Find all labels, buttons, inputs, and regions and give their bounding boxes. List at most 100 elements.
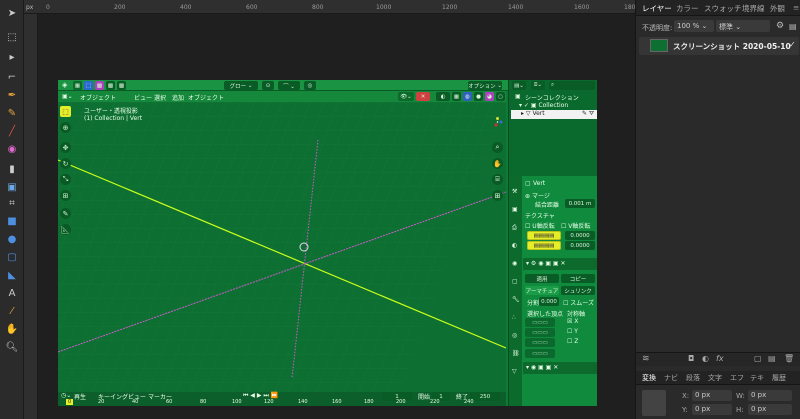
uv-field-2[interactable]: 0.0000 xyxy=(565,241,595,250)
outliner-editor-icon[interactable]: ▤⌄ xyxy=(512,81,526,90)
select-mode-icon[interactable]: ▩ xyxy=(106,81,115,90)
transform-tool-icon[interactable]: ⊞ xyxy=(60,190,71,201)
shading-material-icon[interactable]: ◕ xyxy=(485,92,494,101)
axis-z-checkbox[interactable]: ☐ Z xyxy=(567,338,578,345)
end-frame-field[interactable]: 250 xyxy=(470,392,500,401)
xray-icon[interactable]: ▦ xyxy=(452,92,461,101)
pencil-tool-icon[interactable]: ✎ xyxy=(4,106,20,120)
rotate-tool-icon[interactable]: ↻ xyxy=(60,158,71,169)
mask-icon[interactable]: ◘ xyxy=(688,354,694,363)
modifier-tab-icon[interactable]: 🔧︎ xyxy=(512,296,520,303)
node-tool-icon[interactable]: ▸ xyxy=(4,50,20,64)
layer-visibility-checkbox[interactable]: ✓ xyxy=(789,40,796,49)
options-dropdown[interactable]: オプション ⌄ xyxy=(468,81,502,90)
camera-view-icon[interactable]: ⌸ xyxy=(492,174,503,185)
physics-tab-icon[interactable]: ◎ xyxy=(512,332,517,339)
overlay-icon[interactable]: ◐ xyxy=(436,92,450,101)
tab-stroke[interactable]: 境界線 xyxy=(742,3,765,14)
triangle-tool-icon[interactable]: ◣ xyxy=(4,268,20,282)
pivot-icon[interactable]: ⊙ xyxy=(262,81,274,90)
header-menu-object[interactable]: オブジェクト xyxy=(188,93,224,102)
panel-menu-icon[interactable]: ≡ xyxy=(793,3,799,12)
tab-appearance[interactable]: 外観 xyxy=(770,3,785,14)
cursor-tool-icon[interactable]: ⊕ xyxy=(60,122,71,133)
tab-paragraph[interactable]: 段落 xyxy=(686,373,700,383)
fill-tool-icon[interactable]: ◉ xyxy=(4,142,20,156)
axis-y-checkbox[interactable]: ☐ Y xyxy=(567,328,578,335)
tab-color[interactable]: カラー xyxy=(676,3,699,14)
delete-layer-icon[interactable]: 🗑︎ xyxy=(784,354,794,363)
outliner-scene-collection[interactable]: シーンコレクション xyxy=(525,93,579,102)
pan-view-icon[interactable]: ✋ xyxy=(492,158,503,169)
artboard-tool-icon[interactable]: ⬚ xyxy=(4,30,20,44)
anchor-selector[interactable] xyxy=(642,390,666,416)
v-flip-checkbox[interactable]: ☐ V軸反転 xyxy=(561,221,590,230)
annotate-tool-icon[interactable]: ✎ xyxy=(60,208,71,219)
timeline-menu-playback[interactable]: 再生 xyxy=(74,392,86,401)
blend-mode-select[interactable]: 標準 ⌄ xyxy=(716,20,770,32)
render-tab-icon[interactable]: ▣ xyxy=(512,206,518,213)
place-image-icon[interactable]: ▣ xyxy=(4,180,20,194)
scale-tool-icon[interactable]: ⤡ xyxy=(60,174,71,185)
scene-tab-icon[interactable]: ◐ xyxy=(512,242,517,249)
visibility-icon[interactable]: 👁︎⌄ xyxy=(398,92,414,101)
outliner-filter-icon[interactable]: ⌸⌄ xyxy=(531,81,545,90)
zoom-view-icon[interactable]: ⌕ xyxy=(492,142,503,153)
layer-row[interactable]: スクリーンショット 2020-05-10 ✓ xyxy=(639,37,799,55)
snap-dropdown[interactable]: ⌒ ⌄ xyxy=(278,81,300,90)
tab-text-styles[interactable]: テキ xyxy=(750,373,764,383)
move-tool-icon[interactable]: ➤ xyxy=(4,6,20,20)
yellow-slot-2[interactable]: ▤▤▤▤ xyxy=(527,241,561,250)
u-flip-checkbox[interactable]: ☐ U軸反転 xyxy=(525,221,555,230)
select-tool-icon[interactable]: ⬚ xyxy=(60,106,71,117)
axis-x-checkbox[interactable]: ☒ X xyxy=(567,318,578,325)
navigation-gizmo-icon[interactable] xyxy=(492,116,503,127)
tab-transform[interactable]: 変換 xyxy=(642,373,656,383)
proportional-edit-icon[interactable]: ◎ xyxy=(304,81,316,90)
tab-history[interactable]: 履歴 xyxy=(772,373,786,383)
3d-viewport[interactable]: ユーザー・透視投影 (1) Collection | Vert ⬚ ⊕ ✥ ↻ … xyxy=(58,102,506,392)
world-tab-icon[interactable]: ◉ xyxy=(512,260,517,267)
subdiv-field[interactable]: 0.000 xyxy=(539,297,559,306)
gizmo-icon[interactable]: ✕ xyxy=(416,92,430,101)
outliner-object-row[interactable]: ▸ ▽ Vert ✎ ⛛ xyxy=(511,110,597,119)
h-field[interactable]: 0 px xyxy=(748,404,792,415)
move-tool-icon[interactable]: ✥ xyxy=(60,142,71,153)
header-menu-object-mode[interactable]: オブジェクト xyxy=(80,93,116,102)
shading-render-icon[interactable]: ○ xyxy=(496,92,505,101)
outliner-collection-row[interactable]: ▾ ✓ ▣ Collection xyxy=(519,102,568,109)
x-field[interactable]: 0 px xyxy=(692,390,732,401)
armature-button[interactable]: アーマチュア xyxy=(525,286,559,295)
cursor-icon[interactable]: ⬚ xyxy=(84,81,93,90)
transparency-tool-icon[interactable]: ▮ xyxy=(4,162,20,176)
tab-navigator[interactable]: ナビ xyxy=(664,373,678,383)
select-box-icon[interactable]: ▦ xyxy=(73,81,82,90)
shading-solid-icon[interactable]: ● xyxy=(474,92,483,101)
select-mode-icon[interactable]: ▩ xyxy=(95,81,104,90)
data-tab-icon[interactable]: ▽ xyxy=(512,368,517,375)
tab-character[interactable]: 文字 xyxy=(708,373,722,383)
modifier-header-2[interactable]: ▾ ◉ ▣ ▣ ✕ xyxy=(523,362,597,374)
yellow-slot-1[interactable]: ▤▤▤▤ xyxy=(527,231,561,240)
screenshot-image[interactable]: ◈ ▦ ⬚ ▩ ▩ ▩ グロー ⌄ ⊙ ⌒ ⌄ ◎ オプション ⌄ ▣⌄ オブジ… xyxy=(58,80,597,406)
layer-stack-icon[interactable]: ≋ xyxy=(642,354,650,364)
adjustment-icon[interactable]: ◐ xyxy=(702,354,709,363)
option-button[interactable]: ▭▭▭ xyxy=(525,328,555,337)
hand-tool-icon[interactable]: ✋ xyxy=(4,322,20,336)
apply-button[interactable]: 適用 xyxy=(525,274,559,283)
merge-section-header[interactable]: ⊛ マージ xyxy=(525,191,550,200)
copy-button[interactable]: コピー xyxy=(561,274,595,283)
output-tab-icon[interactable]: ⎙ xyxy=(512,224,517,232)
zoom-tool-icon[interactable]: 🔍︎ xyxy=(4,340,20,354)
gear-icon[interactable]: ⚙ xyxy=(776,21,784,31)
header-menu-add[interactable]: 追加 xyxy=(172,93,184,102)
ellipse-tool-icon[interactable]: ● xyxy=(4,232,20,246)
text-tool-icon[interactable]: A xyxy=(4,286,20,300)
add-layer-icon[interactable]: ▢ xyxy=(754,354,762,363)
transform-orientation-dropdown[interactable]: グロー ⌄ xyxy=(224,81,258,90)
timeline-editor-icon[interactable]: ◷⌄ xyxy=(61,392,71,399)
shading-wire-icon[interactable]: ◍ xyxy=(463,92,472,101)
constraints-tab-icon[interactable]: ⛓ xyxy=(512,350,520,357)
select-mode-icon[interactable]: ▩ xyxy=(117,81,126,90)
ortho-view-icon[interactable]: ⊞ xyxy=(492,190,503,201)
